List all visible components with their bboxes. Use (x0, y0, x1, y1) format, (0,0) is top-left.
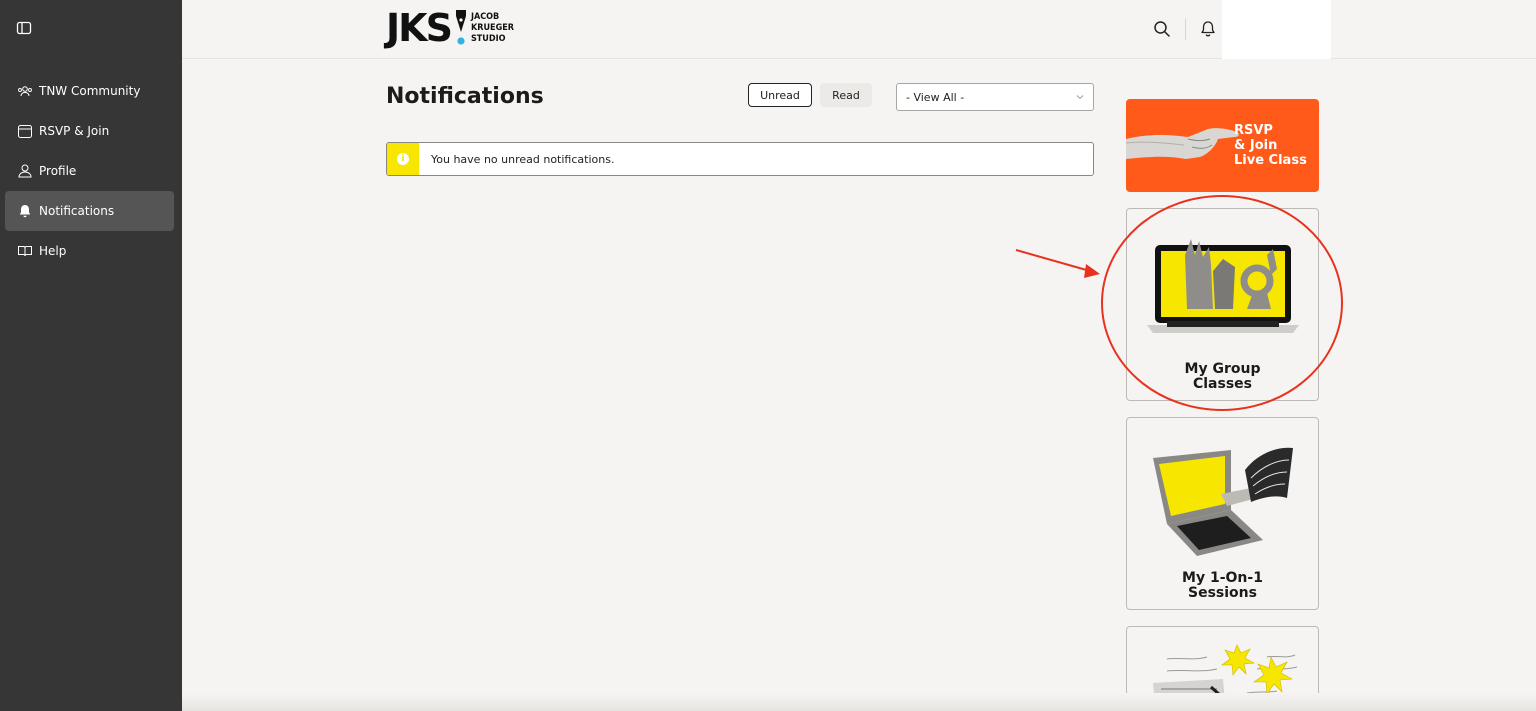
sidebar-toggle-icon[interactable] (16, 20, 32, 36)
select-value: - View All - (906, 90, 965, 104)
sidebar-item-label: TNW Community (39, 84, 141, 98)
logo-word: JACOB (470, 11, 500, 22)
notice-band: i (387, 143, 419, 175)
search-icon[interactable] (1152, 19, 1172, 39)
rsvp-line: & Join (1234, 138, 1278, 153)
user-icon (17, 163, 33, 179)
sidebar-nav: TNW Community RSVP & Join Profile Notifi… (5, 71, 174, 271)
logo-word: KRUEGER (470, 22, 514, 33)
annotation-arrow-head (1084, 264, 1100, 278)
rsvp-line: Live Class (1234, 153, 1307, 168)
sidebar-item-help[interactable]: Help (5, 231, 174, 271)
card-title-line: My 1-On-1 (1182, 570, 1263, 586)
rsvp-card-text: RSVP & Join Live Class (1234, 123, 1307, 168)
card-title-line: Sessions (1188, 585, 1257, 601)
top-header: JKS JACOB KRUEGER STUDIO (182, 0, 1536, 59)
annotation-arrow-line (1015, 249, 1091, 272)
sidebar-item-label: Profile (39, 164, 77, 178)
page-title: Notifications (386, 84, 544, 109)
site-logo[interactable]: JKS JACOB KRUEGER STUDIO (386, 6, 514, 50)
calendar-icon (17, 123, 33, 139)
card-title: My 1-On-1 Sessions (1127, 571, 1318, 601)
sidebar-item-label: Notifications (39, 204, 115, 218)
book-icon (17, 243, 33, 259)
card-title: My Group Classes (1127, 362, 1318, 392)
user-menu-area[interactable] (1222, 0, 1331, 59)
logo-wordmark: JACOB KRUEGER STUDIO (471, 12, 514, 45)
chevron-down-icon (1076, 95, 1084, 100)
read-filter-button[interactable]: Read (820, 83, 872, 107)
sidebar-item-label: Help (39, 244, 67, 258)
sidebar-item-label: RSVP & Join (39, 124, 110, 138)
notification-bell-icon[interactable] (1198, 19, 1218, 39)
rsvp-line: RSVP (1234, 123, 1273, 138)
rsvp-join-card[interactable]: RSVP & Join Live Class (1126, 99, 1319, 192)
sidebar-item-rsvp-join[interactable]: RSVP & Join (5, 111, 174, 151)
sidebar-item-profile[interactable]: Profile (5, 151, 174, 191)
pen-nib-icon (455, 10, 466, 45)
one-on-one-sessions-card[interactable]: My 1-On-1 Sessions (1126, 417, 1319, 610)
header-divider (1185, 18, 1186, 40)
laptop-hands-image (1147, 239, 1299, 333)
logo-word: STUDIO (470, 33, 506, 44)
group-classes-card[interactable]: My Group Classes (1126, 208, 1319, 401)
sidebar-item-notifications[interactable]: Notifications (5, 191, 174, 231)
unread-filter-button[interactable]: Unread (748, 83, 812, 107)
empty-notice: i You have no unread notifications. (386, 142, 1094, 176)
card-title-line: My Group (1184, 361, 1261, 377)
bell-icon (17, 203, 33, 219)
bottom-fade (182, 693, 1536, 711)
view-filter-select[interactable]: - View All - (896, 83, 1094, 111)
card-title-line: Classes (1192, 376, 1252, 392)
notice-text: You have no unread notifications. (431, 152, 615, 166)
laptop-book-image (1153, 447, 1293, 556)
sidebar-item-tnw-community[interactable]: TNW Community (5, 71, 174, 111)
sidebar: TNW Community RSVP & Join Profile Notifi… (0, 0, 182, 711)
community-icon (17, 83, 33, 99)
logo-mark: JKS (386, 6, 453, 50)
info-icon: i (397, 153, 409, 165)
